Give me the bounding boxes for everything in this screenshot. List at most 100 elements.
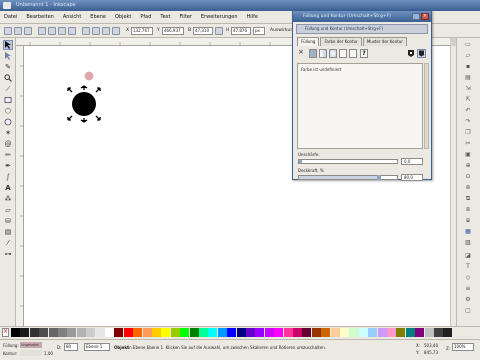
status-opacity-field[interactable]: 80	[64, 343, 78, 351]
menu-path[interactable]: Pfad	[140, 14, 151, 20]
palette-swatch[interactable]	[208, 328, 218, 337]
paste-icon[interactable]: ▣	[463, 150, 473, 159]
text-tool-icon[interactable]: A	[3, 183, 13, 193]
palette-swatch[interactable]	[302, 328, 312, 337]
cut-icon[interactable]: ✂	[463, 139, 473, 148]
pattern-icon[interactable]	[339, 49, 347, 58]
blur-spinbox[interactable]: 0,0	[401, 158, 423, 165]
palette-swatch[interactable]	[293, 328, 302, 337]
palette-swatch[interactable]	[246, 328, 255, 337]
palette-swatch[interactable]	[443, 328, 453, 337]
menu-view[interactable]: Ansicht	[63, 14, 81, 20]
ellipse-tool-icon[interactable]	[3, 117, 13, 127]
group-icon[interactable]: ▦	[463, 227, 473, 236]
palette-swatch[interactable]	[236, 328, 246, 337]
zoom-selection-icon[interactable]: ⊕	[463, 161, 473, 170]
status-stroke-indicator[interactable]	[20, 350, 42, 356]
palette-swatch[interactable]	[358, 328, 368, 337]
menu-text[interactable]: Text	[160, 14, 170, 20]
eraser-tool-icon[interactable]: ▱	[3, 205, 13, 215]
flip-vertical-icon[interactable]	[68, 27, 76, 35]
menu-help[interactable]: Hilfe	[247, 14, 258, 20]
dropper-tool-icon[interactable]: ⁄	[3, 238, 13, 248]
palette-swatch[interactable]	[95, 328, 105, 337]
fill-rule-nonzero-icon[interactable]	[417, 49, 426, 58]
palette-swatch[interactable]	[405, 328, 415, 337]
palette-swatch[interactable]	[48, 328, 58, 337]
blur-slider-thumb[interactable]	[299, 160, 302, 163]
selected-circle-object[interactable]	[72, 92, 96, 116]
clone-icon[interactable]: ⧈	[463, 205, 473, 214]
lock-ratio-icon[interactable]	[215, 27, 223, 35]
dialog-minimize-icon[interactable]	[412, 13, 420, 20]
palette-swatch[interactable]	[274, 328, 284, 337]
palette-swatch[interactable]	[424, 328, 434, 337]
zoom-page-icon[interactable]: ⊚	[463, 183, 473, 192]
palette-swatch[interactable]	[189, 328, 199, 337]
palette-swatch[interactable]	[387, 328, 396, 337]
rotate-ccw-icon[interactable]	[38, 27, 46, 35]
height-field[interactable]: 47,876	[231, 27, 251, 35]
unset-paint-icon[interactable]: ?	[360, 49, 368, 58]
width-field[interactable]: 47,310	[193, 27, 213, 35]
tab-stroke-paint[interactable]: Farbe der Kontur	[320, 37, 362, 46]
align-icon[interactable]: ≡	[463, 284, 473, 293]
tab-stroke-style[interactable]: Muster der Kontur	[362, 37, 407, 46]
raise-icon[interactable]	[92, 27, 100, 35]
flip-horizontal-icon[interactable]	[58, 27, 66, 35]
fill-rule-evenodd-icon[interactable]	[407, 49, 415, 58]
palette-swatch[interactable]	[86, 328, 96, 337]
palette-swatch[interactable]	[340, 328, 349, 337]
ungroup-icon[interactable]: ▧	[463, 238, 473, 247]
undo-icon[interactable]: ↶	[463, 106, 473, 115]
palette-swatch[interactable]	[377, 328, 387, 337]
star-tool-icon[interactable]: ✶	[3, 128, 13, 138]
palette-swatch[interactable]	[368, 328, 378, 337]
select-all-layers-icon[interactable]	[14, 27, 22, 35]
text-font-icon[interactable]: T	[463, 262, 473, 271]
palette-swatch[interactable]	[105, 328, 114, 337]
palette-swatch[interactable]	[20, 328, 30, 337]
raise-to-top-icon[interactable]	[82, 27, 90, 35]
lower-icon[interactable]	[102, 27, 110, 35]
export-icon[interactable]: ⇱	[463, 95, 473, 104]
zoom-drawing-icon[interactable]: ⊙	[463, 172, 473, 181]
menu-extensions[interactable]: Erweiterungen	[201, 14, 238, 20]
palette-swatch[interactable]	[133, 328, 143, 337]
palette-swatch[interactable]	[321, 328, 331, 337]
opacity-slider-thumb[interactable]	[377, 175, 381, 180]
document-properties-icon[interactable]: ▢	[463, 306, 473, 315]
palette-swatch[interactable]	[217, 328, 227, 337]
gradient-tool-icon[interactable]: ▤	[3, 227, 13, 237]
radial-gradient-icon[interactable]	[329, 49, 337, 58]
rotate-cw-icon[interactable]	[48, 27, 56, 35]
preferences-icon[interactable]: ⚙	[463, 295, 473, 304]
palette-swatch[interactable]	[227, 328, 237, 337]
duplicate-icon[interactable]: ⧉	[463, 194, 473, 203]
unit-select[interactable]: px	[253, 27, 265, 35]
palette-swatch[interactable]	[311, 328, 321, 337]
zoom-field[interactable]: 100%	[452, 343, 474, 351]
opacity-spinbox[interactable]: 80,0	[401, 174, 423, 181]
layer-select[interactable]: Ebene 1	[84, 343, 110, 351]
redo-icon[interactable]: ↷	[463, 117, 473, 126]
print-icon[interactable]: ▤	[463, 73, 473, 82]
palette-swatch[interactable]	[264, 328, 274, 337]
x-field[interactable]: 132,767	[131, 27, 153, 35]
rectangle-tool-icon[interactable]	[3, 95, 13, 105]
new-document-icon[interactable]: ▭	[463, 40, 473, 49]
selector-tool-icon[interactable]	[3, 40, 13, 50]
palette-swatch[interactable]	[123, 328, 133, 337]
palette-swatch[interactable]	[255, 328, 265, 337]
paint-bucket-tool-icon[interactable]: ⛁	[3, 216, 13, 226]
palette-swatch[interactable]	[29, 328, 39, 337]
copy-icon[interactable]: ❐	[463, 128, 473, 137]
menu-layer[interactable]: Ebene	[90, 14, 106, 20]
dialog-scrollbar[interactable]	[424, 63, 429, 149]
menu-file[interactable]: Datei	[4, 14, 17, 20]
palette-swatch[interactable]	[283, 328, 293, 337]
palette-swatch[interactable]	[170, 328, 180, 337]
save-icon[interactable]: ▪	[463, 62, 473, 71]
open-icon[interactable]: ▱	[463, 51, 473, 60]
zoom-tool-icon[interactable]	[3, 73, 13, 83]
